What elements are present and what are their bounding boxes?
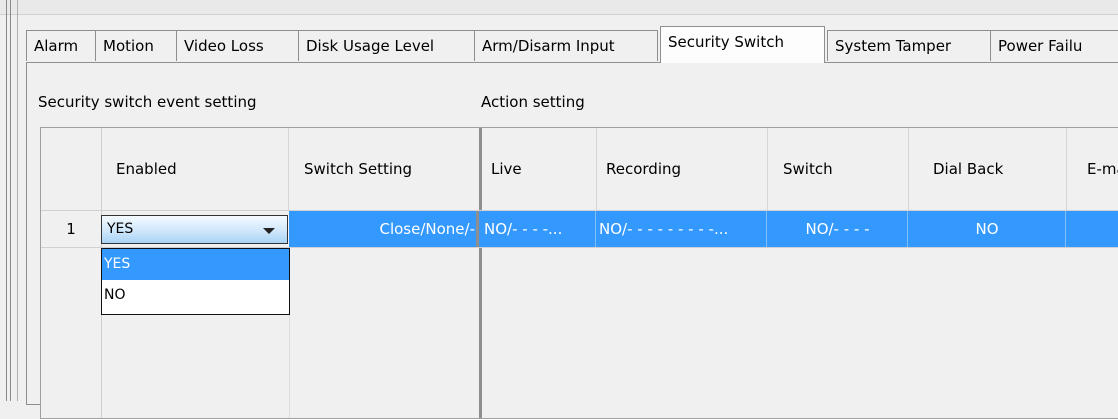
window-border-outer [6, 0, 7, 401]
header-dial-back[interactable]: Dial Back [909, 128, 1067, 210]
table-row[interactable]: 1 YES Close/None/- NO/- - - -... NO/- - … [41, 210, 1118, 248]
header-switch-setting[interactable]: Switch Setting [289, 128, 482, 210]
tab-motion[interactable]: Motion [95, 30, 177, 61]
window-top-edge [0, 0, 1118, 15]
tab-video-loss[interactable]: Video Loss [176, 30, 299, 61]
cell-recording[interactable]: NO/- - - - - - - - -... [597, 211, 767, 247]
cell-switch-setting[interactable]: Close/None/- [289, 211, 479, 247]
window-border-inner-2 [17, 0, 18, 401]
header-enabled[interactable]: Enabled [101, 128, 289, 210]
header-recording[interactable]: Recording [597, 128, 768, 210]
action-setting-title: Action setting [481, 93, 585, 111]
enabled-combobox[interactable]: YES [101, 215, 288, 244]
dropdown-option-no[interactable]: NO [102, 280, 289, 311]
tab-disk-usage-level[interactable]: Disk Usage Level [298, 30, 475, 61]
enabled-combobox-value: YES [107, 221, 134, 237]
tab-alarm[interactable]: Alarm [26, 30, 96, 61]
security-switch-grid: Enabled Switch Setting Live Recording Sw… [40, 127, 1118, 419]
tab-arm-disarm-input[interactable]: Arm/Disarm Input [474, 30, 658, 61]
cell-switch[interactable]: NO/- - - - [768, 211, 908, 247]
header-email[interactable]: E-ma [1067, 128, 1118, 210]
header-live[interactable]: Live [482, 128, 597, 210]
event-tab-strip: Alarm Motion Video Loss Disk Usage Level… [26, 26, 1118, 63]
cell-dial-back[interactable]: NO [909, 211, 1066, 247]
tab-system-tamper[interactable]: System Tamper [827, 30, 991, 61]
event-setting-title: Security switch event setting [38, 93, 257, 111]
enabled-dropdown-list: YES NO [101, 248, 290, 315]
tab-security-switch[interactable]: Security Switch [660, 26, 825, 63]
header-switch[interactable]: Switch [768, 128, 909, 210]
chevron-down-icon[interactable] [263, 228, 275, 234]
row-number-column [41, 128, 102, 418]
row-number: 1 [41, 211, 102, 247]
cell-email[interactable] [1067, 211, 1118, 247]
tab-power-failure[interactable]: Power Failu [990, 30, 1118, 61]
window-border-inner [10, 0, 11, 401]
dropdown-option-yes[interactable]: YES [102, 249, 289, 280]
cell-live[interactable]: NO/- - - -... [482, 211, 596, 247]
